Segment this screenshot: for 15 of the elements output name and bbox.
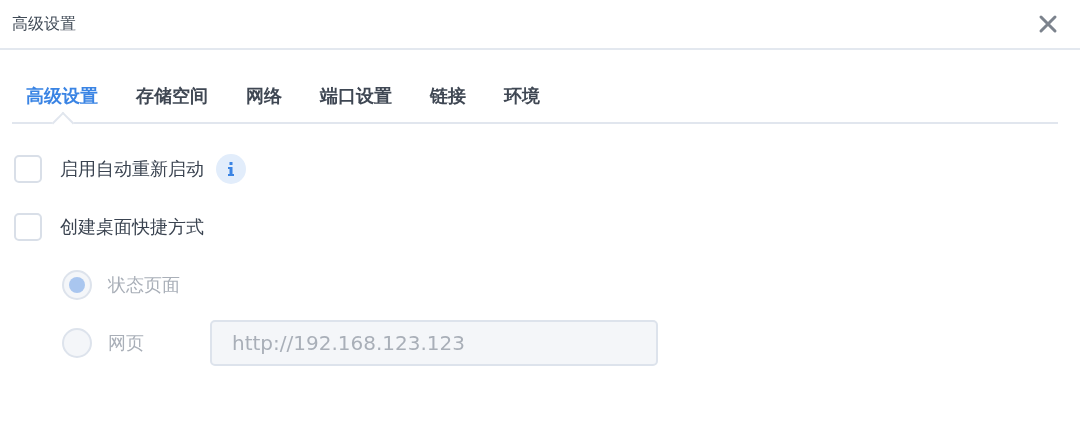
close-icon[interactable] [1038, 14, 1058, 34]
tab[interactable]: 存储空间 [136, 76, 208, 122]
checkbox[interactable] [14, 155, 42, 183]
tab[interactable]: 网络 [246, 76, 282, 122]
checkbox-label: 创建桌面快捷方式 [60, 215, 204, 239]
radio-label: 网页 [108, 331, 145, 355]
radio-label: 状态页面 [108, 273, 181, 297]
tab[interactable]: 链接 [430, 76, 466, 122]
tab[interactable]: 高级设置 [26, 76, 98, 122]
tab[interactable]: 环境 [504, 76, 540, 122]
info-icon[interactable] [216, 154, 246, 184]
checkbox-label: 启用自动重新启动 [60, 157, 204, 181]
checkbox[interactable] [14, 213, 42, 241]
tab[interactable]: 端口设置 [320, 76, 392, 122]
window-title: 高级设置 [12, 13, 76, 35]
